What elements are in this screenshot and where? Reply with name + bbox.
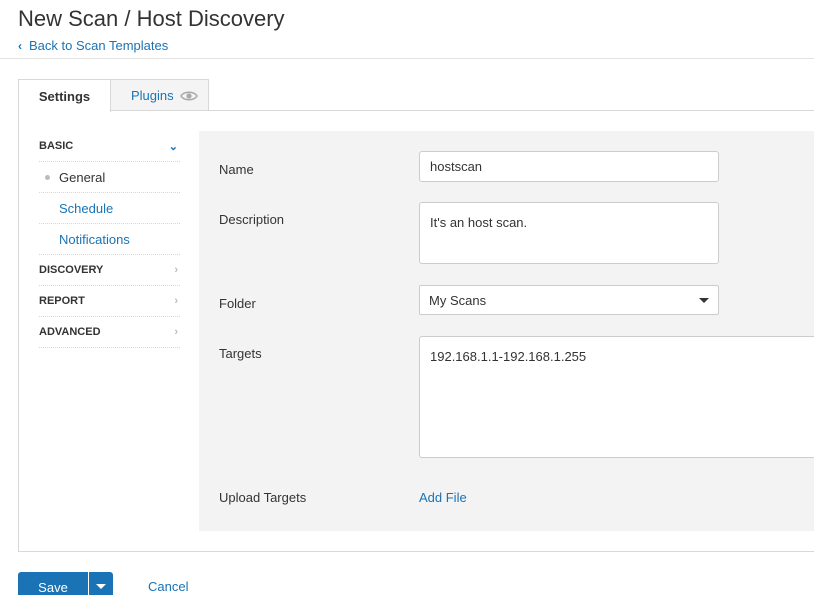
folder-label: Folder: [219, 296, 256, 311]
chevron-right-icon: ›: [174, 326, 178, 338]
folder-select-value: My Scans: [429, 293, 487, 308]
sidebar-item-notifications[interactable]: Notifications: [39, 224, 180, 255]
settings-panel: BASIC ⌄ General Schedule Notifications D…: [18, 110, 814, 552]
targets-label: Targets: [219, 346, 262, 361]
save-button[interactable]: Save: [18, 572, 88, 595]
sidebar-section-label: REPORT: [39, 295, 85, 307]
chevron-down-icon: ⌄: [168, 140, 178, 153]
general-settings-form: Name hostscan Description It's an host s…: [199, 131, 814, 531]
tab-bar: Settings Plugins: [18, 79, 209, 112]
sidebar-section-advanced[interactable]: ADVANCED ›: [39, 317, 180, 348]
cancel-button[interactable]: Cancel: [148, 579, 188, 594]
header-divider: [0, 58, 814, 59]
save-options-dropdown-button[interactable]: [89, 572, 113, 595]
chevron-left-icon: ‹: [18, 38, 22, 53]
tab-settings[interactable]: Settings: [18, 79, 111, 112]
caret-down-icon: [96, 584, 106, 589]
add-file-link[interactable]: Add File: [419, 490, 467, 505]
sidebar-item-schedule[interactable]: Schedule: [39, 193, 180, 224]
sidebar-section-discovery[interactable]: DISCOVERY ›: [39, 255, 180, 286]
sidebar-item-label: Notifications: [59, 231, 130, 247]
eye-icon: [179, 91, 198, 100]
sidebar-section-basic[interactable]: BASIC ⌄: [39, 131, 180, 162]
name-field[interactable]: hostscan: [419, 151, 719, 182]
sidebar-section-label: ADVANCED: [39, 326, 101, 338]
tab-plugins[interactable]: Plugins: [111, 79, 209, 111]
targets-field[interactable]: 192.168.1.1-192.168.1.255: [419, 336, 814, 458]
tab-settings-label: Settings: [38, 88, 91, 104]
active-dot-icon: [45, 175, 50, 180]
sidebar-item-label: Schedule: [59, 200, 114, 216]
description-field[interactable]: It's an host scan.: [419, 202, 719, 264]
chevron-right-icon: ›: [174, 264, 178, 276]
dropdown-caret-icon: [699, 298, 709, 303]
folder-select[interactable]: My Scans: [419, 285, 719, 315]
sidebar-item-label: General: [59, 169, 106, 185]
chevron-right-icon: ›: [174, 295, 178, 307]
page-title: New Scan / Host Discovery: [18, 6, 285, 31]
sidebar-section-report[interactable]: REPORT ›: [39, 286, 180, 317]
settings-sidebar: BASIC ⌄ General Schedule Notifications D…: [39, 131, 180, 348]
upload-targets-label: Upload Targets: [219, 490, 307, 505]
sidebar-section-label: BASIC: [39, 140, 74, 152]
tab-plugins-label: Plugins: [131, 88, 174, 103]
description-label: Description: [219, 212, 285, 227]
name-label: Name: [219, 162, 254, 177]
back-link-label: Back to Scan Templates: [29, 38, 169, 53]
back-to-templates-link[interactable]: ‹ Back to Scan Templates: [18, 38, 168, 53]
sidebar-item-general[interactable]: General: [39, 162, 180, 193]
sidebar-section-label: DISCOVERY: [39, 264, 104, 276]
save-button-label: Save: [38, 579, 68, 595]
